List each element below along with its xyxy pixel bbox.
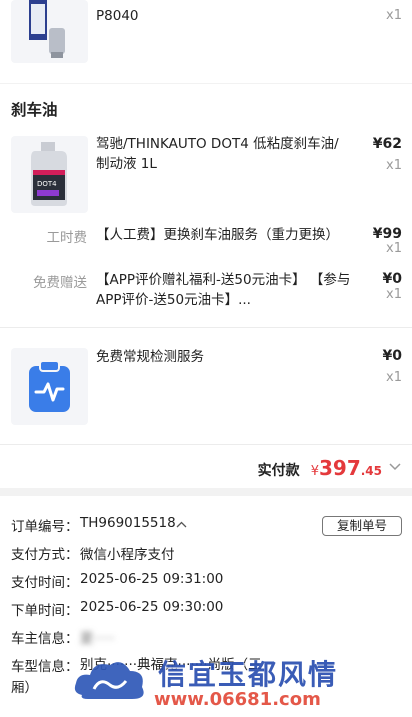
brake-fluid-thumbnail[interactable]: DOT4	[11, 136, 88, 213]
oil-filter-thumbnail[interactable]	[11, 0, 88, 63]
total-divider	[0, 444, 412, 445]
order-time-value: 2025-06-25 09:30:00	[80, 599, 224, 615]
labor-fee-price: ¥99	[372, 226, 402, 242]
product-code: P8040	[96, 8, 139, 24]
brake-oil-section: 刹车油 DOT4 驾驰/THINKAUTO DOT4 低粘度刹车油/ 制动液 1…	[0, 84, 412, 446]
car-info-line2: 厢）	[11, 680, 38, 696]
copy-order-number-button[interactable]: 复制单号	[322, 516, 402, 536]
payment-time-value: 2025-06-25 09:31:00	[80, 571, 224, 587]
brake-fluid-price: ¥62	[372, 136, 402, 152]
watermark-url: www.06681.com	[154, 689, 321, 710]
total-currency: ¥	[310, 464, 319, 479]
total-integer: 397	[318, 456, 361, 480]
order-number-label: 订单编号：	[11, 519, 79, 535]
total-row[interactable]: 实付款 ¥397.45	[0, 446, 412, 488]
section-title: 刹车油	[11, 101, 58, 119]
payment-method-label: 支付方式：	[11, 547, 79, 563]
payment-method-value: 微信小程序支付	[80, 547, 175, 563]
inspection-thumbnail[interactable]	[11, 348, 88, 425]
payment-time-label: 支付时间：	[11, 575, 79, 591]
labor-fee-label: 工时费	[46, 230, 88, 246]
gift-text: 【APP评价赠礼福利-送50元油卡】 【参与 APP评价-送50元油卡】...	[96, 270, 371, 310]
gift-label: 免费赠送	[33, 275, 87, 291]
order-time-label: 下单时间：	[11, 603, 79, 619]
cloud-logo-icon	[74, 662, 144, 699]
car-info-label: 车型信息：	[11, 659, 79, 675]
gift-text-line1: 【APP评价赠礼福利-送50元油卡】 【参与	[96, 272, 351, 288]
labor-fee-text: 【人工费】更换刹车油服务（重力更换）	[96, 227, 339, 243]
inspection-name: 免费常规检测服务	[96, 349, 204, 365]
watermark-text: 信宜玉都风情	[158, 658, 339, 691]
inspection-price: ¥0	[382, 348, 402, 364]
product-qty: x1	[386, 8, 402, 23]
brake-fluid-qty: x1	[386, 158, 402, 173]
gift-qty: x1	[386, 287, 402, 302]
total-amount: 实付款 ¥397.45	[258, 456, 382, 480]
gift-price: ¥0	[382, 271, 402, 287]
owner-info-label: 车主信息：	[11, 631, 79, 647]
labor-fee-qty: x1	[386, 241, 402, 256]
gift-text-line2: APP评价-送50元油卡】...	[96, 292, 251, 308]
inspection-qty: x1	[386, 370, 402, 385]
section-divider	[0, 327, 412, 328]
brake-fluid-name-line1: 驾驰/THINKAUTO DOT4 低粘度刹车油/	[96, 136, 339, 152]
clipboard-pulse-icon	[29, 360, 70, 412]
total-decimal: .45	[360, 464, 382, 478]
owner-info-value: 夏·····	[80, 631, 115, 647]
brake-fluid-name: 驾驰/THINKAUTO DOT4 低粘度刹车油/ 制动液 1L	[96, 134, 366, 174]
svg-text:DOT4: DOT4	[37, 180, 57, 188]
order-number-value: TH969015518	[80, 515, 176, 531]
chevron-up-icon[interactable]	[176, 521, 187, 528]
chevron-down-icon[interactable]	[389, 463, 401, 471]
total-label: 实付款	[257, 463, 300, 479]
watermark: 信宜玉都风情 www.06681.com	[70, 651, 350, 713]
top-product-card: P8040 x1	[0, 0, 412, 83]
brake-fluid-name-line2: 制动液 1L	[96, 156, 157, 172]
